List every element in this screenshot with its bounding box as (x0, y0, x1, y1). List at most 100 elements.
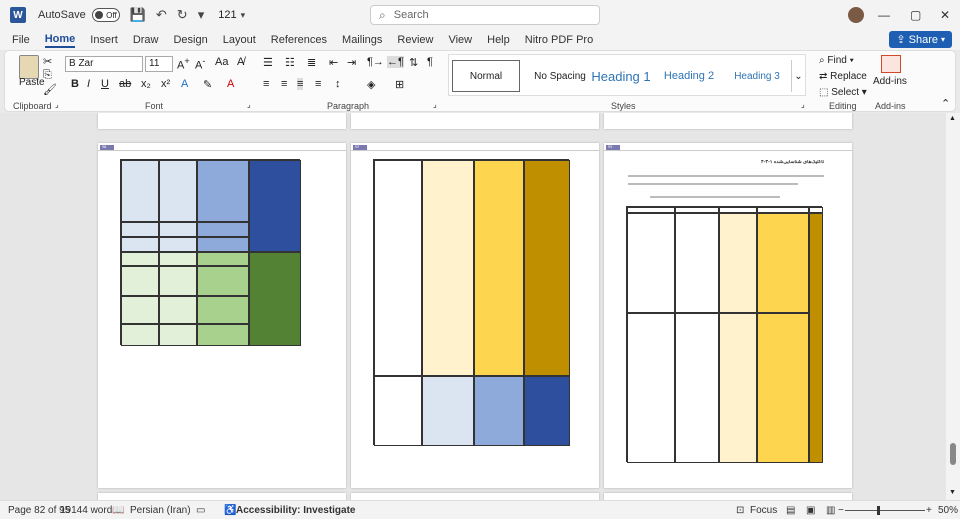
zoom-level[interactable]: 50% (938, 505, 958, 516)
highlight-icon[interactable]: ✎ (203, 78, 212, 91)
save-icon[interactable]: 💾 (130, 7, 146, 23)
bold-icon[interactable]: B (71, 78, 79, 90)
menu-item-design[interactable]: Design (173, 34, 207, 46)
style-heading-3[interactable]: Heading 3 (725, 60, 789, 92)
text-predictions-icon[interactable]: ▭ (196, 505, 205, 516)
menu-item-help[interactable]: Help (487, 34, 510, 46)
ltr-icon[interactable]: ¶→ (367, 56, 384, 68)
font-name-value: B Zar (69, 58, 94, 69)
styles-gallery: Normal No Spacing Heading 1 Heading 2 He… (448, 54, 806, 96)
show-marks-icon[interactable]: ¶ (427, 56, 433, 68)
format-painter-icon[interactable]: 🖌 (43, 83, 57, 96)
subscript-icon[interactable]: x₂ (141, 78, 151, 90)
change-case-icon[interactable]: Aa (215, 56, 228, 68)
proofing-icon[interactable]: 📖 (112, 505, 124, 516)
rtl-icon[interactable]: ←¶ (387, 56, 404, 68)
scroll-down-icon[interactable]: ▼ (949, 489, 956, 496)
customize-quick-access-icon[interactable]: ▾ (198, 7, 205, 23)
focus-button[interactable]: Focus (750, 505, 777, 516)
close-icon[interactable]: ✕ (940, 8, 950, 22)
strikethrough-icon[interactable]: ab (119, 78, 131, 90)
font-name-select[interactable]: B Zar (65, 56, 143, 72)
numbering-icon[interactable]: ☷ (285, 56, 295, 69)
shrink-font-icon[interactable]: A- (195, 56, 205, 72)
clear-formatting-icon[interactable]: A̸ (237, 56, 244, 68)
cut-icon[interactable]: ✂ (43, 55, 52, 68)
addins-button[interactable]: Add-ins (873, 76, 907, 87)
zoom-out-icon[interactable]: − (838, 505, 844, 516)
styles-more-icon[interactable]: ⌄ (791, 60, 805, 92)
menu-item-layout[interactable]: Layout (223, 34, 256, 46)
scroll-thumb[interactable] (950, 443, 956, 465)
paragraph-launcher-icon[interactable]: ⌟ (433, 100, 437, 109)
underline-icon[interactable]: U (101, 78, 109, 90)
font-size-select[interactable]: 11 (145, 56, 173, 72)
paste-button[interactable]: Paste (19, 77, 45, 88)
text-effects-icon[interactable]: A (181, 78, 188, 90)
line-spacing-icon[interactable]: ↕ (335, 78, 341, 90)
menu-item-references[interactable]: References (271, 34, 327, 46)
doc-name-chevron-icon[interactable]: ▾ (241, 10, 246, 21)
clipboard-launcher-icon[interactable]: ⌟ (55, 100, 59, 109)
language[interactable]: Persian (Iran) (130, 505, 191, 516)
zoom-in-icon[interactable]: + (926, 505, 932, 516)
scroll-up-icon[interactable]: ▲ (949, 115, 956, 122)
menu-item-nitro-pdf-pro[interactable]: Nitro PDF Pro (525, 34, 593, 46)
web-layout-icon[interactable]: ▥ (826, 505, 835, 516)
style-heading-2[interactable]: Heading 2 (655, 60, 723, 92)
grow-font-icon[interactable]: A+ (177, 56, 190, 72)
accessibility-status[interactable]: Accessibility: Investigate (236, 505, 356, 516)
menu-item-home[interactable]: Home (44, 33, 76, 48)
addins-icon[interactable] (881, 55, 901, 73)
accessibility-icon[interactable]: ♿ (224, 505, 236, 516)
align-center-icon[interactable]: ≡ (281, 78, 287, 90)
font-launcher-icon[interactable]: ⌟ (247, 100, 251, 109)
style-normal[interactable]: Normal (452, 60, 520, 92)
borders-icon[interactable]: ⊞ (395, 78, 404, 91)
select-button[interactable]: ⬚ Select ▾ (819, 87, 867, 98)
decrease-indent-icon[interactable]: ⇤ (329, 56, 338, 69)
font-color-icon[interactable]: A (227, 78, 234, 90)
multilevel-list-icon[interactable]: ≣ (307, 56, 316, 69)
zoom-slider[interactable] (845, 510, 925, 511)
minimize-icon[interactable]: — (878, 8, 890, 22)
header-rule (604, 150, 852, 151)
autosave-toggle[interactable]: Off (91, 8, 120, 22)
share-button[interactable]: ⇪ Share ▾ (889, 31, 952, 48)
maximize-icon[interactable]: ▢ (910, 8, 921, 22)
increase-indent-icon[interactable]: ⇥ (347, 56, 356, 69)
user-avatar[interactable] (848, 7, 864, 23)
find-button[interactable]: ⌕ Find ▾ (819, 55, 854, 66)
styles-launcher-icon[interactable]: ⌟ (801, 100, 805, 109)
copy-icon[interactable]: ⎘ (43, 69, 52, 82)
paste-icon[interactable] (19, 55, 39, 79)
word-count[interactable]: 19144 words (60, 505, 117, 516)
print-layout-icon[interactable]: ▣ (806, 505, 815, 516)
zoom-slider-thumb[interactable] (877, 506, 880, 515)
align-left-icon[interactable]: ≡ (263, 78, 269, 90)
search-input[interactable]: ⌕ Search (370, 5, 600, 25)
menu-item-view[interactable]: View (448, 34, 472, 46)
read-mode-icon[interactable]: ▤ (786, 505, 795, 516)
undo-icon[interactable]: ↶ (156, 7, 167, 23)
menu-item-mailings[interactable]: Mailings (342, 34, 382, 46)
vertical-scrollbar[interactable]: ▲ ▼ (946, 113, 960, 500)
menu-item-draw[interactable]: Draw (133, 34, 159, 46)
bullets-icon[interactable]: ☰ (263, 56, 273, 69)
italic-icon[interactable]: I (87, 78, 90, 90)
document-canvas[interactable]: ۷۵ (0, 113, 946, 500)
shading-icon[interactable]: ◈ (367, 78, 375, 91)
superscript-icon[interactable]: x² (161, 78, 170, 90)
menu-item-insert[interactable]: Insert (90, 34, 118, 46)
redo-icon[interactable]: ↻ (177, 7, 188, 23)
justify-icon[interactable]: ≡ (315, 78, 321, 90)
style-heading-1[interactable]: Heading 1 (589, 60, 653, 92)
style-no-spacing[interactable]: No Spacing (525, 60, 595, 92)
menu-item-file[interactable]: File (12, 34, 30, 46)
replace-button[interactable]: ⇄ Replace (819, 71, 867, 82)
menu-item-review[interactable]: Review (397, 34, 433, 46)
focus-icon[interactable]: ⊡ (736, 505, 744, 516)
sort-icon[interactable]: ⇅ (409, 56, 418, 69)
align-right-icon[interactable]: ≡ (297, 78, 304, 90)
collapse-ribbon-icon[interactable]: ⌃ (941, 97, 950, 110)
